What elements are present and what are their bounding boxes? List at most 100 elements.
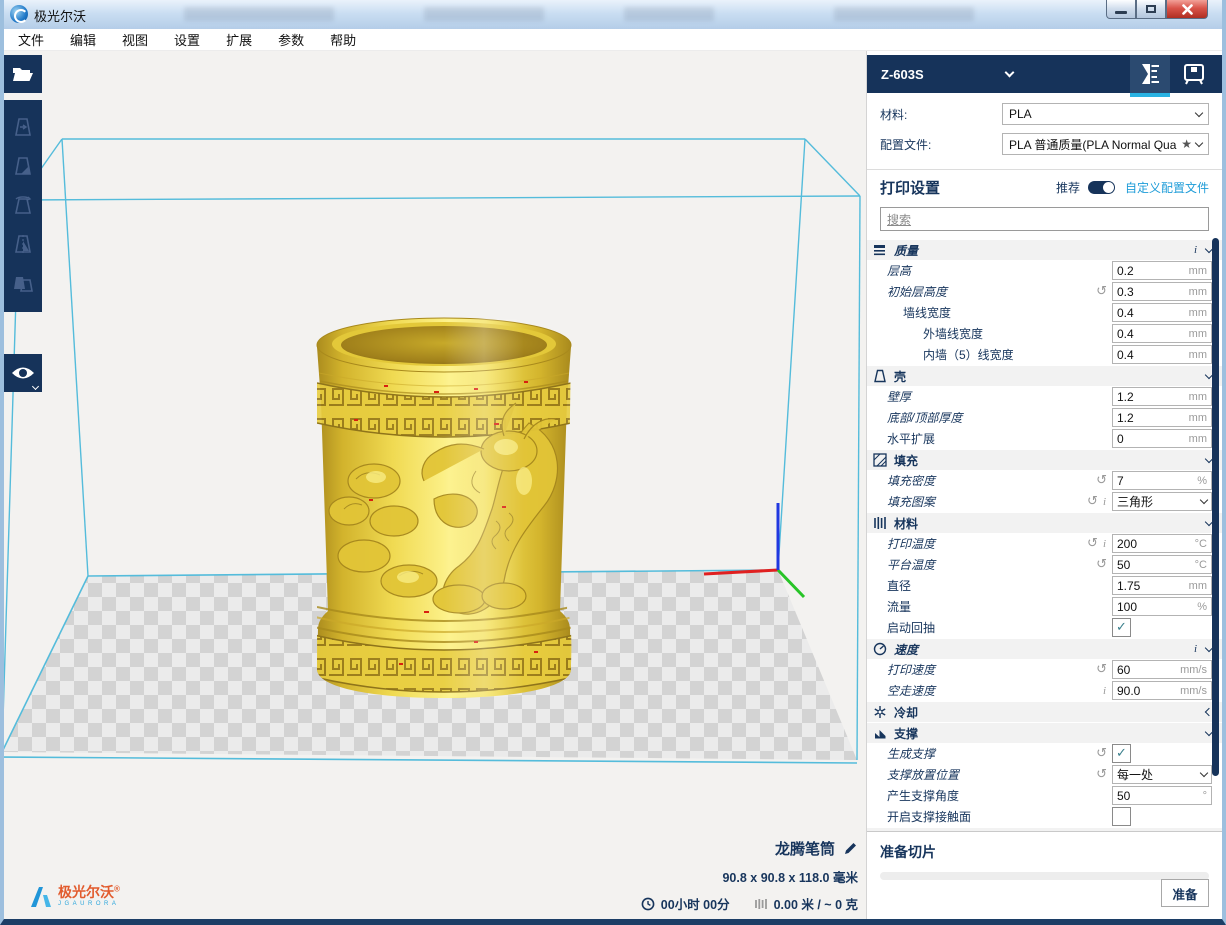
setting-select[interactable]: 每一处 bbox=[1112, 765, 1212, 784]
info-icon[interactable]: i bbox=[1103, 496, 1106, 508]
scene-3d bbox=[4, 51, 866, 919]
move-tool-icon[interactable] bbox=[12, 116, 34, 140]
info-icon[interactable]: i bbox=[1194, 643, 1197, 655]
viewport-3d[interactable]: 龙腾笔筒 90.8 x 90.8 x 118.0 毫米 00小时 00分 bbox=[4, 51, 866, 919]
reset-icon[interactable]: ↺ bbox=[1096, 474, 1107, 487]
setting-input[interactable]: 1.2mm bbox=[1112, 387, 1212, 406]
support-icon bbox=[873, 726, 887, 740]
recommended-label: 推荐 bbox=[1056, 179, 1080, 196]
print-setup-tab[interactable] bbox=[1130, 55, 1170, 93]
setting-input[interactable]: 200°C bbox=[1112, 534, 1212, 553]
minimize-button[interactable] bbox=[1106, 0, 1136, 19]
reset-icon[interactable]: ↺ bbox=[1096, 663, 1107, 676]
reset-icon[interactable]: ↺ bbox=[1087, 495, 1098, 508]
setting-checkbox[interactable] bbox=[1112, 807, 1131, 826]
setting-label: 填充图案 bbox=[867, 493, 1087, 510]
menu-item-2[interactable]: 视图 bbox=[122, 30, 148, 49]
category-壳[interactable]: 壳 bbox=[867, 366, 1222, 386]
rotate-tool-icon[interactable] bbox=[12, 194, 34, 218]
setting-input[interactable]: 7% bbox=[1112, 471, 1212, 490]
search-input[interactable]: 搜索 bbox=[880, 207, 1209, 231]
setting-label: 内墙（5）线宽度 bbox=[867, 346, 1112, 363]
setting-value: 三角形 bbox=[1117, 493, 1201, 510]
setting-input[interactable]: 0mm bbox=[1112, 429, 1212, 448]
info-icon[interactable]: i bbox=[1194, 244, 1197, 256]
maximize-button[interactable] bbox=[1136, 0, 1166, 19]
glass-ghosting bbox=[424, 7, 544, 21]
brand-logo: 极光尔沃® JGAURORA bbox=[30, 885, 120, 909]
close-button[interactable] bbox=[1166, 0, 1208, 19]
mirror-tool-icon[interactable] bbox=[12, 233, 34, 257]
setting-checkbox[interactable]: ✓ bbox=[1112, 744, 1131, 763]
menu-item-1[interactable]: 编辑 bbox=[70, 30, 96, 49]
setting-input[interactable]: 0.4mm bbox=[1112, 324, 1212, 343]
setting-input[interactable]: 0.4mm bbox=[1112, 303, 1212, 322]
printer-monitor-tab[interactable] bbox=[1174, 55, 1214, 93]
open-file-button[interactable] bbox=[4, 55, 42, 93]
setting-value: 0.4 bbox=[1117, 327, 1189, 341]
menu-item-4[interactable]: 扩展 bbox=[226, 30, 252, 49]
app-logo-icon bbox=[10, 5, 28, 23]
machine-selector[interactable]: Z-603S bbox=[867, 55, 1222, 93]
reset-icon[interactable]: ↺ bbox=[1096, 558, 1107, 571]
reset-icon[interactable]: ↺ bbox=[1096, 768, 1107, 781]
reset-icon[interactable]: ↺ bbox=[1096, 285, 1107, 298]
category-label: 质量 bbox=[894, 242, 918, 259]
material-label: 材料: bbox=[880, 106, 1002, 123]
menu-item-0[interactable]: 文件 bbox=[18, 30, 44, 49]
setting-input[interactable]: 1.75mm bbox=[1112, 576, 1212, 595]
info-icon[interactable]: i bbox=[1103, 685, 1106, 697]
setting-select[interactable]: 三角形 bbox=[1112, 492, 1212, 511]
info-icon[interactable]: i bbox=[1103, 538, 1106, 550]
prepare-button[interactable]: 准备 bbox=[1161, 879, 1209, 907]
recommended-toggle[interactable] bbox=[1088, 181, 1115, 194]
view-mode-button[interactable] bbox=[4, 354, 42, 392]
model-dragon-pen-holder[interactable] bbox=[314, 318, 574, 698]
titlebar: 极光尔沃 bbox=[4, 0, 1222, 29]
menu-item-6[interactable]: 帮助 bbox=[330, 30, 356, 49]
category-冷却[interactable]: 冷却 bbox=[867, 702, 1222, 722]
setting-input[interactable]: 90.0mm/s bbox=[1112, 681, 1212, 700]
brand-name-en: JGAURORA bbox=[58, 901, 120, 907]
setting-row: 壁厚1.2mm bbox=[867, 386, 1222, 407]
setting-input[interactable]: 50°C bbox=[1112, 555, 1212, 574]
profile-select[interactable]: PLA 普通质量(PLA Normal Qua ★ bbox=[1002, 133, 1209, 155]
reset-icon[interactable]: ↺ bbox=[1087, 537, 1098, 550]
edit-name-icon[interactable] bbox=[843, 841, 858, 856]
setting-label: 层高 bbox=[867, 262, 1112, 279]
setting-label: 直径 bbox=[867, 577, 1112, 594]
scale-tool-icon[interactable] bbox=[12, 155, 34, 179]
setting-checkbox[interactable]: ✓ bbox=[1112, 618, 1131, 637]
category-质量[interactable]: 质量 i bbox=[867, 240, 1222, 260]
setting-input[interactable]: 0.3mm bbox=[1112, 282, 1212, 301]
category-材料[interactable]: 材料 bbox=[867, 513, 1222, 533]
setting-input[interactable]: 50° bbox=[1112, 786, 1212, 805]
settings-scrollbar[interactable] bbox=[1212, 237, 1219, 835]
per-model-settings-icon[interactable] bbox=[11, 272, 35, 296]
setting-row: 流量100% bbox=[867, 596, 1222, 617]
setting-label: 开启支撑接触面 bbox=[867, 808, 1112, 825]
custom-profile-link[interactable]: 自定义配置文件 bbox=[1125, 179, 1209, 196]
category-支撑[interactable]: 支撑 bbox=[867, 723, 1222, 743]
menu-item-3[interactable]: 设置 bbox=[174, 30, 200, 49]
setting-value: 每一处 bbox=[1117, 766, 1201, 783]
category-填充[interactable]: 填充 bbox=[867, 450, 1222, 470]
setting-label: 空走速度 bbox=[867, 682, 1103, 699]
category-label: 速度 bbox=[894, 641, 918, 658]
reset-icon[interactable]: ↺ bbox=[1096, 747, 1107, 760]
setting-label: 墙线宽度 bbox=[867, 304, 1112, 321]
menu-item-5[interactable]: 参数 bbox=[278, 30, 304, 49]
setting-label: 产生支撑角度 bbox=[867, 787, 1112, 804]
scrollbar-thumb[interactable] bbox=[1212, 238, 1219, 776]
setting-input[interactable]: 0.2mm bbox=[1112, 261, 1212, 280]
category-速度[interactable]: 速度 i bbox=[867, 639, 1222, 659]
setting-input[interactable]: 100% bbox=[1112, 597, 1212, 616]
print-time: 00小时 00分 bbox=[661, 894, 730, 913]
setting-unit: °C bbox=[1195, 559, 1207, 571]
setting-input[interactable]: 0.4mm bbox=[1112, 345, 1212, 364]
setting-input[interactable]: 60mm/s bbox=[1112, 660, 1212, 679]
setting-label: 流量 bbox=[867, 598, 1112, 615]
setting-unit: mm/s bbox=[1180, 664, 1207, 676]
material-select[interactable]: PLA bbox=[1002, 103, 1209, 125]
setting-input[interactable]: 1.2mm bbox=[1112, 408, 1212, 427]
